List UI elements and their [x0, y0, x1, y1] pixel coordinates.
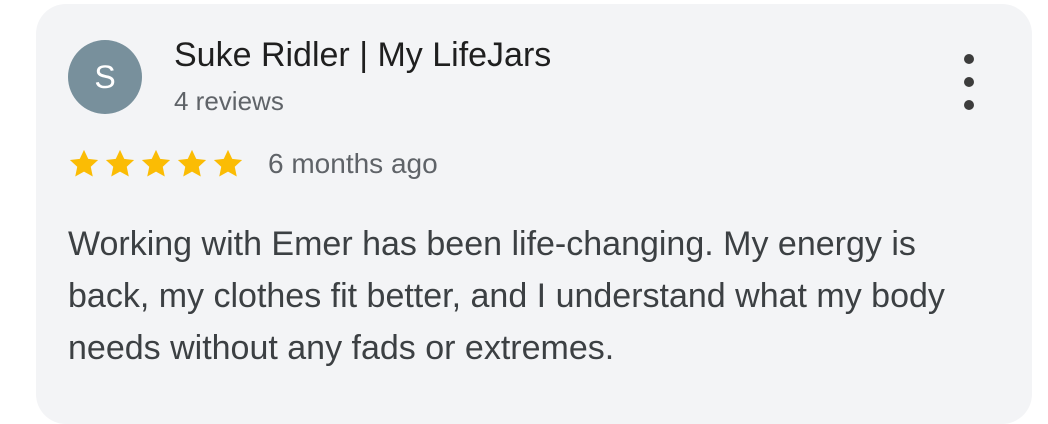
- more-vert-icon-dot: [964, 77, 974, 87]
- author-name[interactable]: Suke Ridler | My LifeJars: [174, 36, 551, 75]
- more-options-button[interactable]: [952, 54, 986, 110]
- review-card: S Suke Ridler | My LifeJars 4 reviews 6 …: [36, 4, 1032, 424]
- star-icon: [177, 149, 207, 177]
- star-icon: [213, 149, 243, 177]
- more-vert-icon-dot: [964, 100, 974, 110]
- review-text: Working with Emer has been life-changing…: [68, 225, 945, 367]
- avatar[interactable]: S: [68, 40, 142, 114]
- star-rating: [66, 146, 246, 182]
- star-icon: [69, 149, 99, 177]
- star-icon: [105, 149, 135, 177]
- star-icon: [141, 149, 171, 177]
- review-time: 6 months ago: [268, 148, 438, 179]
- review-count: 4 reviews: [174, 86, 284, 116]
- more-vert-icon: [964, 54, 974, 64]
